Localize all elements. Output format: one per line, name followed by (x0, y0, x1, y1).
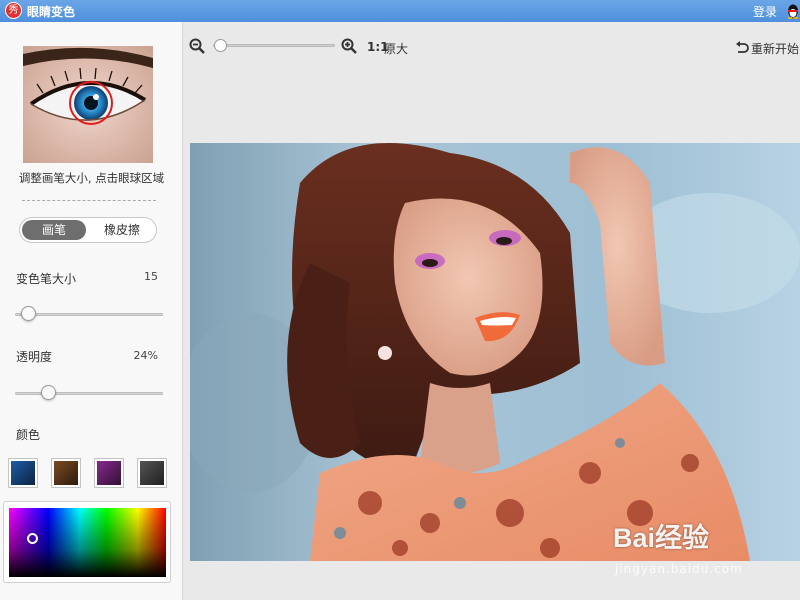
swatch-fill (11, 461, 35, 485)
photo-canvas[interactable] (190, 143, 800, 561)
color-swatch-blue[interactable] (8, 458, 38, 488)
color-swatch-purple[interactable] (94, 458, 124, 488)
watermark-brand: Bai经验 (613, 523, 710, 553)
eraser-mode-button[interactable]: 橡皮擦 (90, 220, 154, 240)
zoom-slider-track[interactable] (213, 44, 335, 47)
canvas-toolbar: 1:1 原大 重新开始 (183, 31, 800, 63)
brush-size-value: 15 (144, 270, 158, 283)
color-picker-frame (3, 501, 171, 583)
opacity-slider-thumb[interactable] (41, 385, 56, 400)
zoom-out-icon[interactable] (189, 38, 205, 54)
title-bar: 秀 眼睛变色 登录 (0, 0, 800, 22)
eye-preview-image (23, 46, 153, 163)
divider (22, 200, 156, 201)
left-panel: 调整画笔大小, 点击眼球区域 画笔 橡皮擦 变色笔大小 15 透明度 24% 颜… (0, 22, 183, 600)
swatch-fill (140, 461, 164, 485)
color-picker-cursor[interactable] (27, 533, 38, 544)
brush-size-slider-thumb[interactable] (21, 306, 36, 321)
login-link[interactable]: 登录 (753, 3, 777, 20)
app-title: 眼睛变色 (27, 5, 76, 19)
restart-button[interactable]: 重新开始 (751, 40, 799, 57)
color-swatch-gray[interactable] (137, 458, 167, 488)
brush-size-label: 变色笔大小 (16, 272, 77, 286)
original-size-label[interactable]: 原大 (384, 40, 408, 57)
opacity-slider-track[interactable] (15, 392, 163, 395)
brush-size-slider-track[interactable] (15, 313, 163, 316)
color-picker-spectrum[interactable] (9, 508, 166, 577)
zoom-in-icon[interactable] (341, 38, 357, 54)
instruction-hint: 调整画笔大小, 点击眼球区域 (18, 171, 165, 185)
color-swatch-brown[interactable] (51, 458, 81, 488)
undo-icon[interactable] (735, 41, 749, 54)
opacity-label: 透明度 (16, 350, 53, 364)
qq-penguin-icon[interactable] (786, 3, 800, 19)
opacity-value: 24% (133, 349, 158, 362)
swatch-fill (97, 461, 121, 485)
swatch-fill (54, 461, 78, 485)
mode-toggle: 画笔 橡皮擦 (19, 217, 157, 243)
color-label: 颜色 (16, 428, 41, 442)
zoom-slider-thumb[interactable] (214, 39, 227, 52)
watermark-url: jingyan.baidu.com (615, 562, 743, 576)
app-logo: 秀 (5, 2, 22, 19)
brush-mode-button[interactable]: 画笔 (22, 220, 86, 240)
